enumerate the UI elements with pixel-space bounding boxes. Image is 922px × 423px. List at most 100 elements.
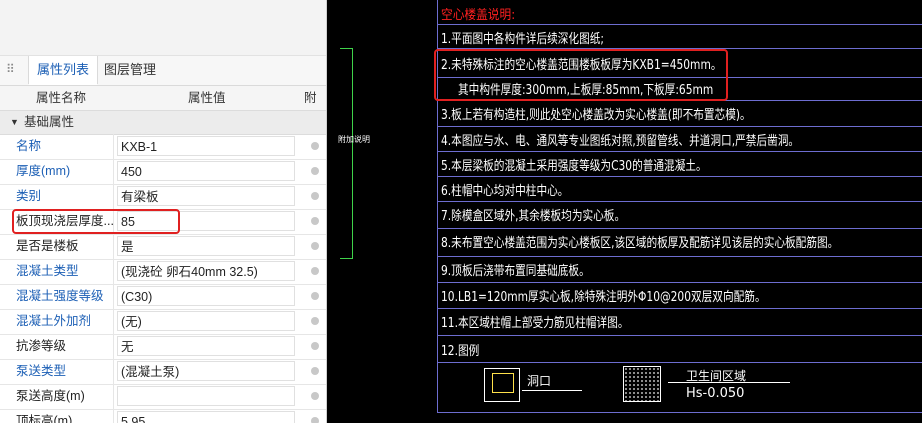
column-separator [113, 184, 114, 209]
toilet-legend-symbol [623, 366, 661, 402]
property-row[interactable]: 厚度(mm) 450 [0, 159, 327, 185]
property-row[interactable]: 类别 有梁板 [0, 184, 327, 210]
property-name: 名称 [16, 139, 42, 153]
property-name: 混凝土外加剂 [16, 314, 92, 328]
column-separator [113, 409, 114, 423]
note-item: 6.柱帽中心均对中柱中心。 [441, 184, 569, 199]
property-name: 泵送高度(m) [16, 389, 85, 403]
column-separator [113, 234, 114, 259]
property-row[interactable]: 顶标高(m) 5.95 [0, 409, 327, 423]
tab-layer-management[interactable]: 图层管理 [104, 56, 156, 84]
property-row[interactable]: 抗渗等级 无 [0, 334, 327, 360]
property-value-field[interactable]: (无) [117, 311, 295, 331]
attach-dot-icon[interactable] [311, 417, 319, 423]
property-value-field[interactable]: KXB-1 [117, 136, 295, 156]
column-value-header: 属性值 [188, 91, 226, 105]
panel-tab-bar: ⠿ 属性列表 图层管理 [0, 56, 327, 86]
property-value-field[interactable]: 5.95 [117, 411, 295, 423]
notes-row-line [437, 282, 922, 283]
drag-grip-icon[interactable]: ⠿ [6, 62, 15, 76]
cad-line [352, 48, 353, 258]
note-item: 8.未布置空心楼盖范围为实心楼板区,该区域的板厚及配筋详见该层的实心板配筋图。 [441, 236, 839, 251]
property-row[interactable]: 名称 KXB-1 [0, 134, 327, 160]
hole-legend-inner [492, 373, 514, 393]
property-value-field[interactable]: 有梁板 [117, 186, 295, 206]
property-row[interactable]: 是否是楼板 是 [0, 234, 327, 260]
note-item: 11.本区域柱帽上部受力筋见柱帽详图。 [441, 316, 629, 331]
attach-dot-icon[interactable] [311, 342, 319, 350]
note-item: 1.平面图中各构件详后续深化图纸; [441, 32, 605, 47]
notes-row-line [437, 126, 922, 127]
property-value-field[interactable] [117, 386, 295, 406]
attach-dot-icon[interactable] [311, 317, 319, 325]
property-row[interactable]: 混凝土外加剂 (无) [0, 309, 327, 335]
highlight-box [12, 209, 180, 234]
property-name: 类别 [16, 189, 42, 203]
notes-row-line [437, 362, 922, 363]
property-value-field[interactable]: (C30) [117, 286, 295, 306]
notes-row-line [437, 201, 922, 202]
property-name: 混凝土强度等级 [16, 289, 104, 303]
property-name: 抗渗等级 [16, 339, 67, 353]
group-label: 基础属性 [24, 115, 75, 129]
attach-dot-icon[interactable] [311, 392, 319, 400]
column-separator [113, 334, 114, 359]
attach-dot-icon[interactable] [311, 142, 319, 150]
notes-row-line [437, 228, 922, 229]
property-name: 顶标高(m) [16, 414, 73, 423]
note-item: 3.板上若有构造柱,则此处空心楼盖改为实心楼盖(即不布置芯模)。 [441, 108, 751, 123]
notes-row-line [437, 176, 922, 177]
property-value-field[interactable]: (混凝土泵) [117, 361, 295, 381]
note-item: 7.除模盒区域外,其余楼板均为实心板。 [441, 209, 626, 224]
column-separator [113, 159, 114, 184]
note-item: 9.顶板后浇带布置同基础底板。 [441, 264, 590, 279]
property-name: 厚度(mm) [16, 164, 71, 178]
note-item: 10.LB1=120mm厚实心板,除特殊注明外Φ10@200双层双向配筋。 [441, 290, 766, 305]
cad-small-label: 附加说明 [338, 135, 370, 144]
column-separator [113, 309, 114, 334]
property-name: 混凝土类型 [16, 264, 79, 278]
property-row[interactable]: 混凝土类型 (现浇砼 卵石40mm 32.5) [0, 259, 327, 285]
property-value-field[interactable]: 无 [117, 336, 295, 356]
panel-top-area [0, 0, 327, 56]
attach-dot-icon[interactable] [311, 267, 319, 275]
column-separator [113, 134, 114, 159]
group-basic-properties[interactable]: ▼ 基础属性 [0, 111, 327, 135]
column-separator [113, 284, 114, 309]
attach-dot-icon[interactable] [311, 367, 319, 375]
property-value-field[interactable]: 450 [117, 161, 295, 181]
collapse-triangle-icon[interactable]: ▼ [10, 111, 19, 134]
toilet-legend-elev: Hs-0.050 [686, 386, 745, 401]
notes-row-line [437, 151, 922, 152]
property-panel: ⠿ 属性列表 图层管理 属性名称 属性值 附加 ▼ 基础属性 名称 KXB-1 厚度… [0, 0, 327, 423]
column-separator [113, 384, 114, 409]
legend-line [668, 382, 790, 383]
column-separator [113, 259, 114, 284]
property-row[interactable]: 泵送高度(m) [0, 384, 327, 410]
attach-dot-icon[interactable] [311, 292, 319, 300]
property-row[interactable]: 混凝土强度等级 (C30) [0, 284, 327, 310]
property-value-field[interactable]: (现浇砼 卵石40mm 32.5) [117, 261, 295, 281]
cad-line [340, 258, 353, 259]
attach-dot-icon[interactable] [311, 217, 319, 225]
notes-row-line [437, 308, 922, 309]
legend-line [522, 390, 582, 391]
notes-title: 空心楼盖说明: [441, 8, 516, 23]
notes-row-line [437, 256, 922, 257]
column-name-header: 属性名称 [36, 91, 87, 105]
attach-dot-icon[interactable] [311, 242, 319, 250]
tab-property-list[interactable]: 属性列表 [28, 56, 99, 85]
highlight-box-notes [434, 49, 728, 101]
notes-row-line [437, 24, 922, 25]
property-row[interactable]: 泵送类型 (混凝土泵) [0, 359, 327, 385]
column-header: 属性名称 属性值 附加 [0, 86, 327, 129]
property-value-field[interactable]: 是 [117, 236, 295, 256]
attach-dot-icon[interactable] [311, 167, 319, 175]
note-item: 4.本图应与水、电、通风等专业图纸对照,预留管线、并道洞口,严禁后凿洞。 [441, 134, 800, 149]
property-name: 泵送类型 [16, 364, 67, 378]
note-item: 12.图例 [441, 344, 480, 359]
notes-row-line [437, 335, 922, 336]
attach-dot-icon[interactable] [311, 192, 319, 200]
column-separator [113, 359, 114, 384]
note-item: 5.本层梁板的混凝土采用强度等级为C30的普通混凝土。 [441, 159, 707, 174]
